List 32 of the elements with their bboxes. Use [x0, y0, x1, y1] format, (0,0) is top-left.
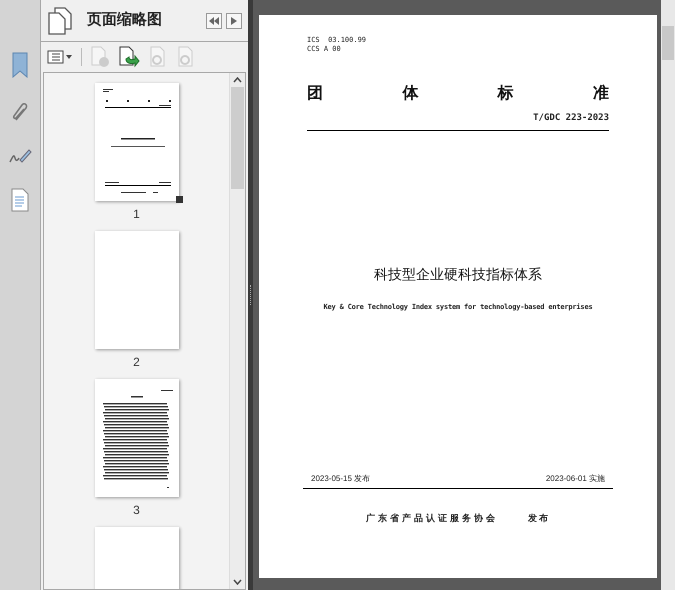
pages-icon — [47, 6, 73, 34]
view-area-handle[interactable] — [176, 196, 182, 203]
effective-date: 2023-06-01 实施 — [546, 473, 605, 485]
play-button[interactable] — [226, 12, 242, 28]
publish-label: 发布 — [528, 512, 550, 525]
heading-character: 标 — [498, 84, 514, 104]
page-thumbnail[interactable] — [94, 379, 178, 497]
bookmark-icon[interactable] — [11, 52, 29, 78]
rewind-button[interactable] — [206, 12, 222, 28]
rewind-icon — [209, 16, 219, 24]
publisher: 广东省产品认证服务协会 — [366, 512, 498, 525]
page-thumbnail[interactable] — [94, 231, 178, 349]
scrollbar-thumb[interactable] — [231, 87, 244, 189]
scrollbar-thumb[interactable] — [662, 26, 674, 60]
page-number: 2 — [133, 355, 140, 369]
scroll-down-icon[interactable] — [233, 579, 242, 585]
document-icon[interactable] — [11, 188, 29, 212]
document-title: 科技型企业硬科技指标体系 — [374, 264, 542, 284]
page-thumbnail[interactable] — [94, 83, 178, 201]
panel-title: 页面缩略图 — [87, 10, 162, 30]
heading-character: 体 — [402, 84, 418, 104]
heading-character: 准 — [592, 84, 609, 104]
page-number: 3 — [133, 503, 140, 517]
standard-number: T/GDC 223-2023 — [533, 112, 609, 125]
scrollbar[interactable] — [661, 0, 675, 590]
scroll-up-icon[interactable] — [233, 77, 242, 83]
issue-date: 2023-05-15 发布 — [311, 473, 370, 485]
scrollbar[interactable] — [229, 73, 245, 589]
insert-page-button[interactable] — [118, 46, 140, 68]
heading-character: 团 — [307, 84, 323, 104]
page-number: 1 — [133, 207, 140, 221]
play-icon — [231, 16, 237, 24]
